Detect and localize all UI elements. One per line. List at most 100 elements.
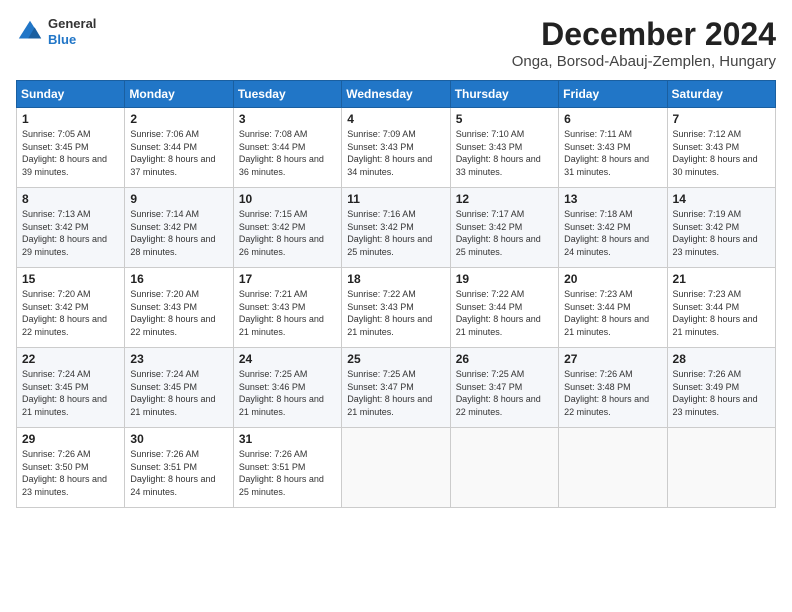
day-number: 30: [130, 432, 227, 446]
week-row-3: 15 Sunrise: 7:20 AM Sunset: 3:42 PM Dayl…: [17, 268, 776, 348]
day-info: Sunrise: 7:13 AM Sunset: 3:42 PM Dayligh…: [22, 208, 119, 258]
calendar-subtitle: Onga, Borsod-Abauj-Zemplen, Hungary: [512, 53, 776, 70]
day-info: Sunrise: 7:20 AM Sunset: 3:43 PM Dayligh…: [130, 288, 227, 338]
day-info: Sunrise: 7:26 AM Sunset: 3:48 PM Dayligh…: [564, 368, 661, 418]
calendar-cell: 9 Sunrise: 7:14 AM Sunset: 3:42 PM Dayli…: [125, 188, 233, 268]
calendar-cell: 1 Sunrise: 7:05 AM Sunset: 3:45 PM Dayli…: [17, 108, 125, 188]
calendar-cell: 22 Sunrise: 7:24 AM Sunset: 3:45 PM Dayl…: [17, 348, 125, 428]
day-info: Sunrise: 7:26 AM Sunset: 3:50 PM Dayligh…: [22, 448, 119, 498]
calendar-cell: 13 Sunrise: 7:18 AM Sunset: 3:42 PM Dayl…: [559, 188, 667, 268]
day-info: Sunrise: 7:15 AM Sunset: 3:42 PM Dayligh…: [239, 208, 336, 258]
day-number: 11: [347, 192, 444, 206]
day-number: 7: [673, 112, 770, 126]
day-info: Sunrise: 7:26 AM Sunset: 3:51 PM Dayligh…: [130, 448, 227, 498]
calendar-table: Sunday Monday Tuesday Wednesday Thursday…: [16, 80, 776, 508]
day-info: Sunrise: 7:16 AM Sunset: 3:42 PM Dayligh…: [347, 208, 444, 258]
day-info: Sunrise: 7:14 AM Sunset: 3:42 PM Dayligh…: [130, 208, 227, 258]
day-number: 28: [673, 352, 770, 366]
calendar-cell: 26 Sunrise: 7:25 AM Sunset: 3:47 PM Dayl…: [450, 348, 558, 428]
day-info: Sunrise: 7:25 AM Sunset: 3:47 PM Dayligh…: [456, 368, 553, 418]
day-info: Sunrise: 7:25 AM Sunset: 3:46 PM Dayligh…: [239, 368, 336, 418]
day-number: 12: [456, 192, 553, 206]
calendar-cell: 17 Sunrise: 7:21 AM Sunset: 3:43 PM Dayl…: [233, 268, 341, 348]
calendar-cell: 16 Sunrise: 7:20 AM Sunset: 3:43 PM Dayl…: [125, 268, 233, 348]
day-info: Sunrise: 7:21 AM Sunset: 3:43 PM Dayligh…: [239, 288, 336, 338]
day-number: 8: [22, 192, 119, 206]
day-number: 25: [347, 352, 444, 366]
calendar-cell: 4 Sunrise: 7:09 AM Sunset: 3:43 PM Dayli…: [342, 108, 450, 188]
day-number: 9: [130, 192, 227, 206]
week-row-2: 8 Sunrise: 7:13 AM Sunset: 3:42 PM Dayli…: [17, 188, 776, 268]
logo-general: General: [48, 16, 96, 32]
calendar-cell: 18 Sunrise: 7:22 AM Sunset: 3:43 PM Dayl…: [342, 268, 450, 348]
day-info: Sunrise: 7:18 AM Sunset: 3:42 PM Dayligh…: [564, 208, 661, 258]
day-number: 14: [673, 192, 770, 206]
day-number: 19: [456, 272, 553, 286]
day-info: Sunrise: 7:06 AM Sunset: 3:44 PM Dayligh…: [130, 128, 227, 178]
calendar-title: December 2024: [512, 16, 776, 53]
day-info: Sunrise: 7:26 AM Sunset: 3:51 PM Dayligh…: [239, 448, 336, 498]
col-tuesday: Tuesday: [233, 81, 341, 108]
day-info: Sunrise: 7:05 AM Sunset: 3:45 PM Dayligh…: [22, 128, 119, 178]
logo-text: General Blue: [48, 16, 96, 47]
day-info: Sunrise: 7:12 AM Sunset: 3:43 PM Dayligh…: [673, 128, 770, 178]
day-number: 22: [22, 352, 119, 366]
calendar-cell: 6 Sunrise: 7:11 AM Sunset: 3:43 PM Dayli…: [559, 108, 667, 188]
day-number: 15: [22, 272, 119, 286]
day-info: Sunrise: 7:24 AM Sunset: 3:45 PM Dayligh…: [22, 368, 119, 418]
week-row-1: 1 Sunrise: 7:05 AM Sunset: 3:45 PM Dayli…: [17, 108, 776, 188]
logo-icon: [16, 18, 44, 46]
calendar-cell: 7 Sunrise: 7:12 AM Sunset: 3:43 PM Dayli…: [667, 108, 775, 188]
calendar-cell: 29 Sunrise: 7:26 AM Sunset: 3:50 PM Dayl…: [17, 428, 125, 508]
day-info: Sunrise: 7:17 AM Sunset: 3:42 PM Dayligh…: [456, 208, 553, 258]
calendar-cell: 14 Sunrise: 7:19 AM Sunset: 3:42 PM Dayl…: [667, 188, 775, 268]
calendar-cell: 10 Sunrise: 7:15 AM Sunset: 3:42 PM Dayl…: [233, 188, 341, 268]
calendar-cell: 2 Sunrise: 7:06 AM Sunset: 3:44 PM Dayli…: [125, 108, 233, 188]
day-number: 20: [564, 272, 661, 286]
day-info: Sunrise: 7:09 AM Sunset: 3:43 PM Dayligh…: [347, 128, 444, 178]
day-number: 5: [456, 112, 553, 126]
col-saturday: Saturday: [667, 81, 775, 108]
calendar-cell: 3 Sunrise: 7:08 AM Sunset: 3:44 PM Dayli…: [233, 108, 341, 188]
day-number: 2: [130, 112, 227, 126]
day-info: Sunrise: 7:20 AM Sunset: 3:42 PM Dayligh…: [22, 288, 119, 338]
logo: General Blue: [16, 16, 96, 47]
calendar-cell: 19 Sunrise: 7:22 AM Sunset: 3:44 PM Dayl…: [450, 268, 558, 348]
calendar-cell: 27 Sunrise: 7:26 AM Sunset: 3:48 PM Dayl…: [559, 348, 667, 428]
day-info: Sunrise: 7:08 AM Sunset: 3:44 PM Dayligh…: [239, 128, 336, 178]
calendar-cell: [667, 428, 775, 508]
day-number: 1: [22, 112, 119, 126]
day-number: 27: [564, 352, 661, 366]
day-number: 10: [239, 192, 336, 206]
day-info: Sunrise: 7:22 AM Sunset: 3:44 PM Dayligh…: [456, 288, 553, 338]
day-number: 3: [239, 112, 336, 126]
day-info: Sunrise: 7:24 AM Sunset: 3:45 PM Dayligh…: [130, 368, 227, 418]
calendar-cell: 28 Sunrise: 7:26 AM Sunset: 3:49 PM Dayl…: [667, 348, 775, 428]
day-number: 23: [130, 352, 227, 366]
week-row-5: 29 Sunrise: 7:26 AM Sunset: 3:50 PM Dayl…: [17, 428, 776, 508]
day-number: 13: [564, 192, 661, 206]
day-number: 26: [456, 352, 553, 366]
calendar-header-row: Sunday Monday Tuesday Wednesday Thursday…: [17, 81, 776, 108]
day-number: 24: [239, 352, 336, 366]
calendar-cell: 11 Sunrise: 7:16 AM Sunset: 3:42 PM Dayl…: [342, 188, 450, 268]
day-info: Sunrise: 7:23 AM Sunset: 3:44 PM Dayligh…: [673, 288, 770, 338]
calendar-cell: [559, 428, 667, 508]
day-number: 6: [564, 112, 661, 126]
calendar-cell: 20 Sunrise: 7:23 AM Sunset: 3:44 PM Dayl…: [559, 268, 667, 348]
day-number: 18: [347, 272, 444, 286]
day-number: 4: [347, 112, 444, 126]
col-friday: Friday: [559, 81, 667, 108]
calendar-cell: 5 Sunrise: 7:10 AM Sunset: 3:43 PM Dayli…: [450, 108, 558, 188]
col-wednesday: Wednesday: [342, 81, 450, 108]
day-info: Sunrise: 7:25 AM Sunset: 3:47 PM Dayligh…: [347, 368, 444, 418]
calendar-cell: 15 Sunrise: 7:20 AM Sunset: 3:42 PM Dayl…: [17, 268, 125, 348]
calendar-cell: 12 Sunrise: 7:17 AM Sunset: 3:42 PM Dayl…: [450, 188, 558, 268]
title-block: December 2024 Onga, Borsod-Abauj-Zemplen…: [512, 16, 776, 70]
logo-blue: Blue: [48, 32, 96, 48]
calendar-cell: 24 Sunrise: 7:25 AM Sunset: 3:46 PM Dayl…: [233, 348, 341, 428]
page-header: General Blue December 2024 Onga, Borsod-…: [16, 16, 776, 70]
day-number: 31: [239, 432, 336, 446]
day-number: 29: [22, 432, 119, 446]
day-info: Sunrise: 7:23 AM Sunset: 3:44 PM Dayligh…: [564, 288, 661, 338]
